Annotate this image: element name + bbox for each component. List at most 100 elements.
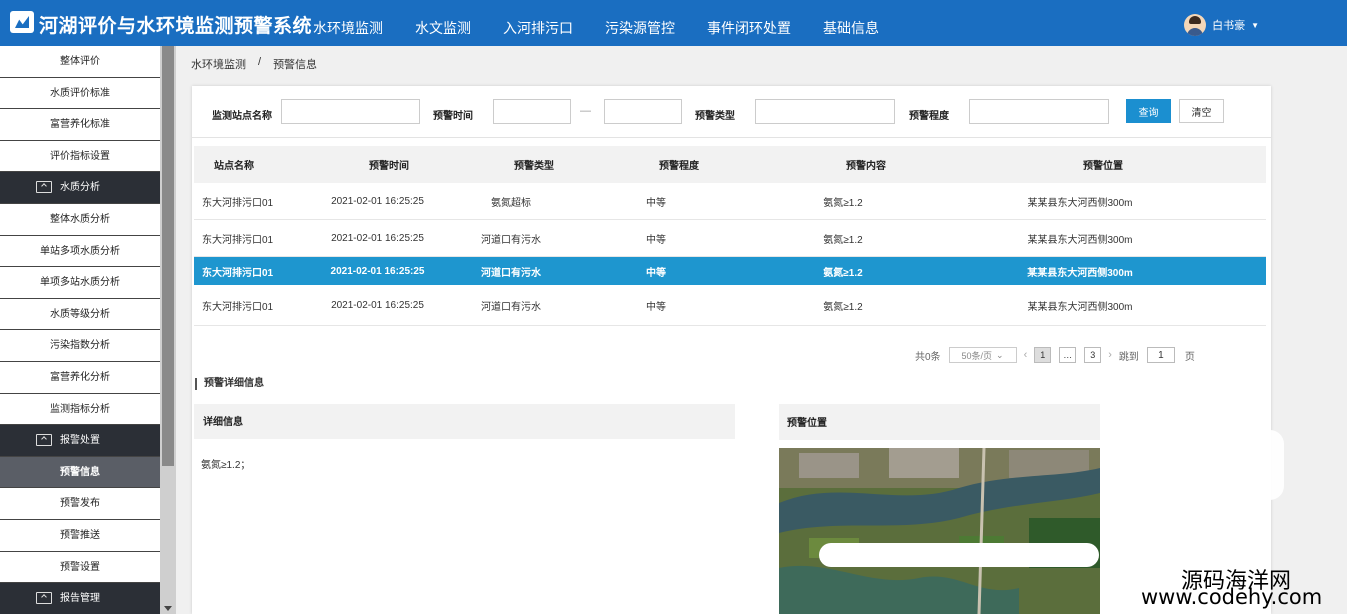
sidebar-item[interactable]: 监测指标分析: [0, 393, 160, 426]
alert-time-label: 预警时间: [433, 111, 473, 122]
sidebar-item[interactable]: 预警设置: [0, 551, 160, 584]
main-nav: 水环境监测 水文监测 入河排污口 污染源管控 事件闭环处置 基础信息: [297, 0, 895, 46]
detail-info-text: 氨氮≥1.2；: [201, 460, 251, 471]
sidebar-item-label: 单项多站水质分析: [40, 277, 120, 289]
sidebar-item[interactable]: 预警发布: [0, 488, 160, 520]
sidebar-item[interactable]: 单项多站水质分析: [0, 267, 160, 299]
sidebar-group[interactable]: 报告管理: [0, 583, 160, 614]
sidebar-item-label: 水质评价标准: [50, 87, 110, 99]
sidebar-item-label: 监测指标分析: [50, 403, 110, 415]
main-panel: 监测站点名称 预警时间 — 预警类型 预警程度 查询 清空 站点名称 预警时间 …: [192, 86, 1271, 614]
alert-table: 站点名称 预警时间 预警类型 预警程度 预警内容 预警位置 东大河排污口01 20…: [194, 146, 1266, 326]
sidebar-menu: 整体评价水质评价标准富营养化标准 评价指标设置水质分析整体水质分析单站多项水质分析…: [0, 46, 160, 614]
cell-station-name: 东大河排污口01: [202, 301, 274, 313]
top-bar: 河湖评价与水环境监测预警系统 水环境监测 水文监测 入河排污口 污染源管控 事件…: [0, 0, 1347, 46]
table-row[interactable]: 东大河排污口01 2021-02-01 16:25:25 河道口有污水 中等 氨氮≥1.…: [194, 285, 1266, 326]
nav-basic-info[interactable]: 基础信息: [807, 0, 895, 46]
query-button[interactable]: 查询: [1126, 99, 1171, 123]
cell-alert-type: 河道口有污水: [481, 234, 541, 246]
sidebar-item[interactable]: 单站多项水质分析: [0, 235, 160, 268]
breadcrumb-root[interactable]: 水环境监测: [191, 56, 246, 72]
sidebar-item[interactable]: 污染指数分析: [0, 330, 160, 362]
sidebar-item[interactable]: 水质等级分析: [0, 298, 160, 331]
monitor-icon: [36, 592, 52, 605]
jump-page-input[interactable]: 1: [1146, 347, 1175, 363]
alert-location-header: 预警位置: [779, 404, 1100, 440]
map-image: [779, 448, 1100, 614]
page-3-button[interactable]: 3: [1084, 347, 1102, 363]
clear-button[interactable]: 清空: [1179, 99, 1224, 123]
cell-alert-location: 某某县东大河西侧300m: [1027, 301, 1133, 313]
sidebar-item[interactable]: 评价指标设置: [0, 140, 160, 173]
breadcrumb: 水环境监测 / 预警信息: [191, 56, 317, 72]
cell-alert-time: 2021-02-01 16:25:25: [330, 265, 425, 277]
col-station-name[interactable]: 站点名称: [194, 157, 324, 172]
sidebar-group[interactable]: 水质分析: [0, 172, 160, 204]
scrollbar-thumb[interactable]: [162, 46, 174, 466]
col-alert-content[interactable]: 预警内容: [744, 157, 988, 172]
total-count: 共0条: [915, 351, 941, 363]
sidebar-item[interactable]: 预警推送: [0, 519, 160, 552]
alert-level-input[interactable]: [969, 99, 1109, 124]
avatar: [1184, 14, 1207, 36]
cell-station-name: 东大河排污口01: [202, 267, 274, 279]
alert-time-end-input[interactable]: [604, 99, 682, 124]
monitor-icon: [36, 181, 52, 194]
cell-alert-level: 中等: [646, 267, 666, 279]
sidebar-item-label: 预警信息: [60, 466, 100, 478]
sidebar-group[interactable]: 报警处置: [0, 425, 160, 457]
detail-section-title: 预警详细信息: [195, 378, 264, 390]
sidebar-item[interactable]: 水质评价标准: [0, 77, 160, 110]
col-alert-level[interactable]: 预警程度: [614, 157, 744, 172]
sidebar-item[interactable]: 预警信息: [0, 456, 160, 489]
caret-down-icon: ▼: [1251, 20, 1259, 30]
breadcrumb-current: 预警信息: [273, 59, 318, 71]
sidebar-item-label: 预警设置: [60, 561, 100, 573]
scroll-down-icon[interactable]: [164, 606, 172, 611]
table-row[interactable]: 东大河排污口01 2021-02-01 16:25:25 河道口有污水 中等 氨氮≥1.…: [194, 257, 1266, 285]
col-alert-location[interactable]: 预警位置: [988, 157, 1218, 172]
satellite-map[interactable]: [779, 448, 1100, 614]
nav-hydrology-monitor[interactable]: 水文监测: [399, 0, 487, 46]
cell-alert-location: 某某县东大河西侧300m: [1027, 197, 1133, 209]
cell-station-name: 东大河排污口01: [202, 234, 274, 246]
app-title: 河湖评价与水环境监测预警系统: [39, 16, 313, 37]
user-menu[interactable]: 白书豪 ▼: [1184, 14, 1259, 36]
sidebar-item-label: 整体水质分析: [50, 213, 110, 225]
cell-alert-type: 氨氮超标: [491, 197, 531, 209]
sidebar: 整体评价水质评价标准富营养化标准 评价指标设置水质分析整体水质分析单站多项水质分析…: [0, 46, 176, 614]
nav-river-outfall[interactable]: 入河排污口: [487, 0, 589, 46]
cell-alert-time: 2021-02-01 16:25:25: [331, 195, 424, 207]
cell-alert-location: 某某县东大河西侧300m: [1027, 234, 1133, 246]
breadcrumb-separator: /: [258, 56, 262, 68]
cell-alert-level: 中等: [646, 197, 666, 209]
sidebar-scrollbar[interactable]: [160, 46, 176, 614]
alert-time-start-input[interactable]: [493, 99, 571, 124]
filter-bar: 监测站点名称 预警时间 — 预警类型 预警程度 查询 清空: [192, 86, 1271, 138]
nav-pollution-control[interactable]: 污染源管控: [589, 0, 691, 46]
prev-page-icon[interactable]: ‹: [1024, 349, 1028, 361]
alert-type-input[interactable]: [755, 99, 895, 124]
monitor-icon: [36, 434, 52, 447]
sidebar-item[interactable]: 整体评价: [0, 46, 160, 78]
nav-water-env-monitor[interactable]: 水环境监测: [297, 0, 399, 46]
sidebar-item-label: 报告管理: [60, 593, 100, 605]
sidebar-item[interactable]: 富营养化标准: [0, 109, 160, 141]
station-name-input[interactable]: [281, 99, 420, 124]
cell-alert-content: 氨氮≥1.2: [823, 197, 863, 209]
next-page-icon[interactable]: ›: [1108, 349, 1112, 361]
page-1-button[interactable]: 1: [1034, 347, 1052, 363]
page-ellipsis[interactable]: …: [1059, 347, 1077, 363]
table-row[interactable]: 东大河排污口01 2021-02-01 16:25:25 氨氮超标 中等 氨氮≥1.2 某…: [194, 183, 1266, 220]
col-alert-time[interactable]: 预警时间: [324, 157, 454, 172]
nav-event-handling[interactable]: 事件闭环处置: [691, 0, 807, 46]
sidebar-item-label: 水质分析: [60, 182, 100, 194]
sidebar-item[interactable]: 整体水质分析: [0, 203, 160, 236]
table-row[interactable]: 东大河排污口01 2021-02-01 16:25:25 河道口有污水 中等 氨氮≥1.…: [194, 220, 1266, 257]
sidebar-item-label: 富营养化分析: [50, 371, 110, 383]
page-unit: 页: [1184, 351, 1195, 363]
col-alert-type[interactable]: 预警类型: [454, 157, 614, 172]
sidebar-item[interactable]: 富营养化分析: [0, 361, 160, 394]
page-size-select[interactable]: 50条/页 ⌄: [948, 347, 1017, 363]
watermark-url: www.codehy.com: [1141, 585, 1323, 609]
